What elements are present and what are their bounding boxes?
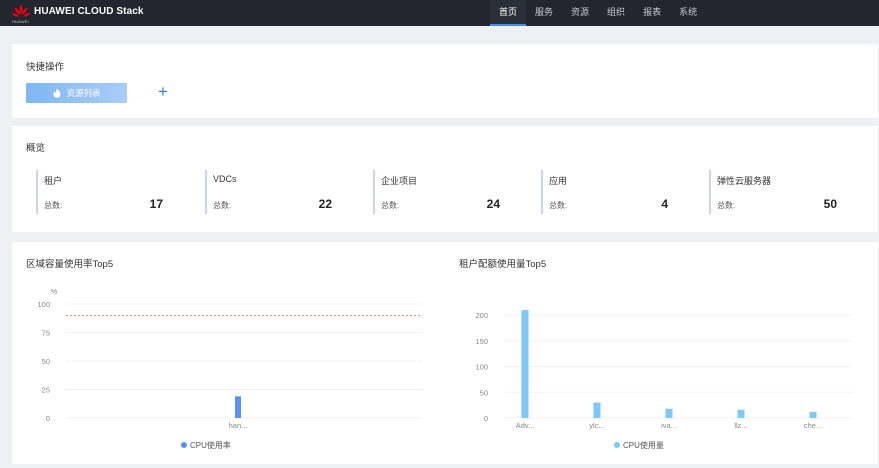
nav-services[interactable]: 服务 [526, 0, 562, 26]
stat-total-label: 总数: [44, 201, 63, 210]
stat-tenants[interactable]: 租户 总数: 17 [36, 170, 163, 214]
y-tick-label: 25 [42, 386, 50, 395]
stat-value: 50 [823, 197, 837, 211]
stat-ecs[interactable]: 弹性云服务器 总数: 50 [709, 170, 837, 214]
bar [593, 402, 601, 418]
quick-actions-card: 快捷操作 资源列表 + [12, 44, 878, 118]
add-shortcut-button[interactable]: + [156, 82, 170, 102]
stat-name: 企业项目 [381, 176, 418, 186]
y-tick-label: 200 [475, 311, 488, 320]
overview-card: 概览 租户 总数: 17 VDCs 总数: 22 企业项目 总数: 24 应用 … [12, 126, 878, 232]
resource-list-button[interactable]: 资源列表 [26, 83, 127, 103]
stat-value: 24 [486, 197, 500, 211]
bar [235, 396, 241, 418]
nav-system[interactable]: 系统 [670, 0, 706, 26]
stat-name: 弹性云服务器 [717, 176, 772, 186]
stat-total-label: 总数: [213, 201, 232, 210]
stat-total-label: 总数: [381, 201, 400, 210]
stat-name: VDCs [213, 174, 237, 184]
nav-reports[interactable]: 报表 [634, 0, 670, 26]
charts-card: 区域容量使用率Top5 租户配额使用量Top5 0 25 50 75 100% han..… [12, 242, 878, 464]
brand-name: HUAWEI CLOUD Stack [34, 6, 144, 17]
top-bar: HUAWEI HUAWEI CLOUD Stack 首页 服务 资源 组织 报表… [0, 0, 879, 26]
stat-value: 22 [318, 197, 332, 211]
stat-name: 应用 [549, 176, 568, 186]
x-tick-label: iva... [661, 421, 677, 430]
stat-name: 租户 [44, 176, 63, 186]
x-tick-label: ylc... [589, 421, 604, 430]
x-tick-label: llz... [734, 421, 747, 430]
legend-label: CPU使用率 [190, 440, 231, 450]
resource-list-label: 资源列表 [66, 88, 101, 98]
legend-label: CPU使用量 [623, 440, 664, 450]
stat-enterprise-projects[interactable]: 企业项目 总数: 24 [373, 170, 500, 214]
nav-home[interactable]: 首页 [490, 0, 527, 26]
bar [737, 409, 745, 418]
flame-icon [53, 88, 61, 98]
bar [809, 411, 817, 418]
x-tick-label: Adv... [516, 421, 535, 430]
stat-total-label: 总数: [717, 201, 736, 210]
y-tick-label: 0 [46, 414, 50, 423]
nav-resources[interactable]: 资源 [562, 0, 598, 26]
charts-canvas: 0 25 50 75 100% han... CPU使用率 0 50 100 150 200 Adv..… [37, 287, 852, 450]
y-tick-label: 100 [475, 363, 488, 372]
y-tick-label: 50 [42, 357, 50, 366]
nav-organization[interactable]: 组织 [598, 0, 634, 26]
plus-icon: + [158, 82, 168, 101]
quick-actions-title: 快捷操作 [26, 62, 65, 73]
bar [521, 310, 529, 418]
x-tick-label: che... [804, 421, 822, 430]
legend-marker [181, 442, 187, 448]
overview-title: 概览 [26, 143, 46, 154]
legend-marker [614, 442, 620, 448]
y-tick-label: 0 [484, 414, 488, 423]
bar [665, 408, 673, 418]
stat-value: 4 [661, 197, 668, 211]
logo-caption: HUAWEI [12, 19, 30, 24]
stat-total-label: 总数: [549, 201, 568, 210]
stat-vdcs[interactable]: VDCs 总数: 22 [205, 170, 332, 214]
y-tick-label: 50 [480, 388, 488, 397]
y-axis-unit: % [51, 287, 58, 296]
stat-value: 17 [149, 197, 163, 211]
stat-applications[interactable]: 应用 总数: 4 [541, 170, 668, 214]
y-tick-label: 75 [42, 329, 50, 338]
main-nav: 首页 服务 资源 组织 报表 系统 [490, 0, 706, 26]
y-tick-label: 100 [37, 300, 50, 309]
x-tick-label: han... [229, 421, 248, 430]
y-tick-label: 150 [475, 337, 488, 346]
